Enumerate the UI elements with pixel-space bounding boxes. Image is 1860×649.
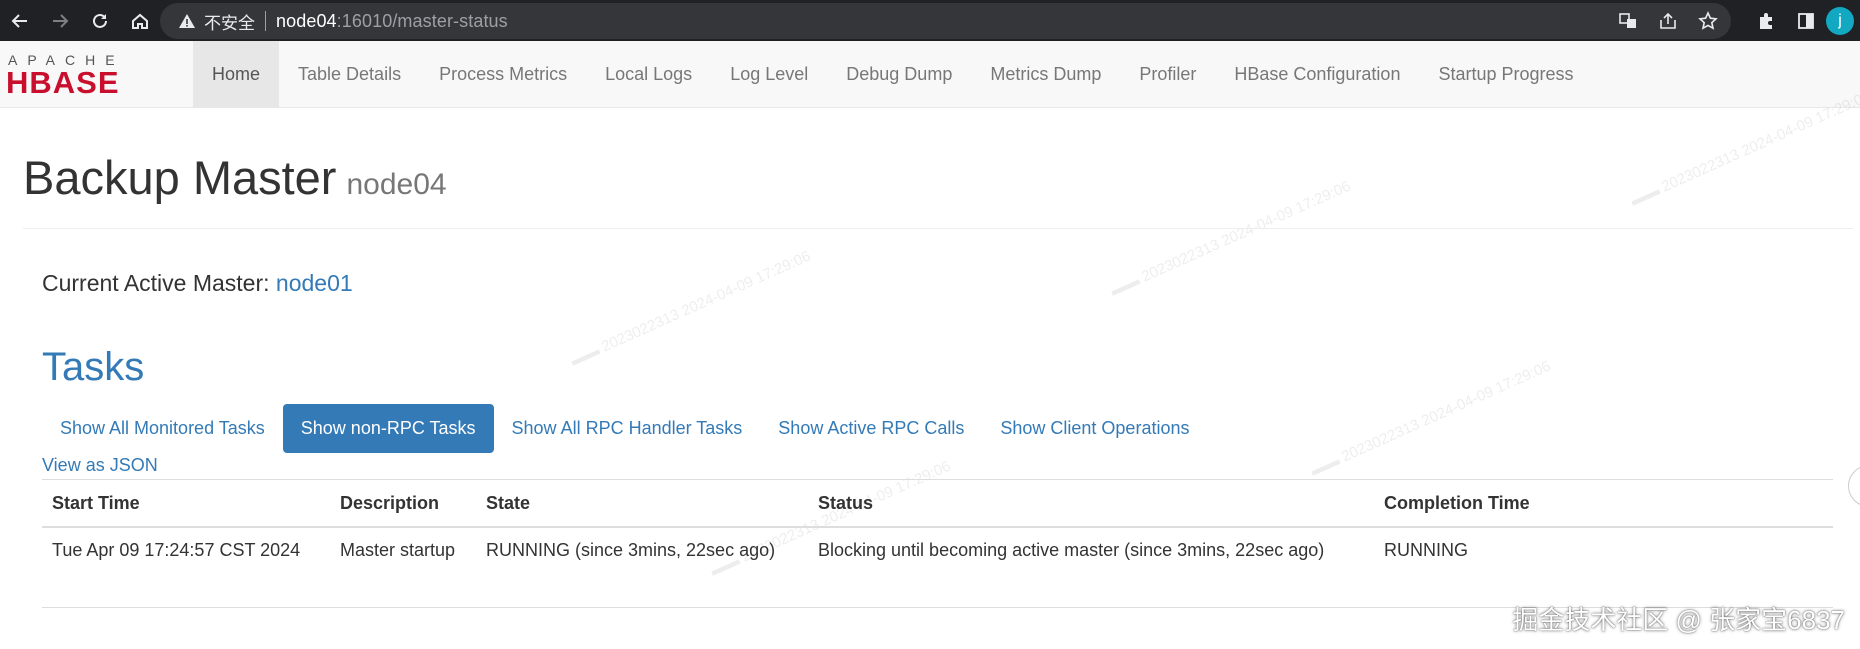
tasks-heading: Tasks bbox=[42, 345, 145, 389]
table-header-row: Start Time Description State Status Comp… bbox=[42, 479, 1833, 528]
nav-metrics-dump[interactable]: Metrics Dump bbox=[971, 41, 1120, 107]
current-active-master: Current Active Master: node01 bbox=[42, 270, 353, 297]
address-bar[interactable]: 不安全 node04:16010/master-status bbox=[160, 3, 1731, 39]
cell-start-time: Tue Apr 09 17:24:57 CST 2024 bbox=[52, 540, 301, 560]
page-header: Backup Master node04 bbox=[23, 150, 1853, 229]
svg-text:HBASE: HBASE bbox=[6, 65, 120, 99]
warning-icon bbox=[178, 12, 196, 30]
url-text[interactable]: node04:16010/master-status bbox=[276, 11, 508, 32]
insecure-label: 不安全 bbox=[204, 13, 255, 33]
column-completion-time: Completion Time bbox=[1374, 479, 1833, 528]
pill-client-operations[interactable]: Show Client Operations bbox=[982, 404, 1207, 453]
bookmark-star-icon[interactable] bbox=[1695, 8, 1721, 34]
table-row: Tue Apr 09 17:24:57 CST 2024 Master star… bbox=[42, 527, 1833, 573]
profile-avatar[interactable]: j bbox=[1826, 6, 1854, 35]
share-icon[interactable] bbox=[1655, 8, 1681, 34]
column-status: Status bbox=[808, 479, 1374, 528]
background-watermark: ▬▬ 2023022313 2024-04-09 17:29:06 bbox=[1307, 357, 1554, 480]
task-filter-pills: Show All Monitored Tasks Show non-RPC Ta… bbox=[42, 404, 1207, 453]
pill-active-rpc-calls[interactable]: Show Active RPC Calls bbox=[760, 404, 982, 453]
url-host: node04 bbox=[276, 10, 337, 31]
forward-icon[interactable] bbox=[40, 0, 80, 41]
cell-status: Blocking until becoming active master (s… bbox=[818, 540, 1325, 560]
active-master-label: Current Active Master: bbox=[42, 270, 276, 296]
nav-local-logs[interactable]: Local Logs bbox=[586, 41, 711, 107]
page-subtitle: node04 bbox=[346, 168, 447, 201]
home-icon[interactable] bbox=[120, 0, 160, 41]
side-panel-icon[interactable] bbox=[1786, 0, 1826, 41]
tasks-table: Start Time Description State Status Comp… bbox=[42, 479, 1833, 573]
nav-home[interactable]: Home bbox=[193, 41, 280, 107]
pill-all-rpc-handler-tasks[interactable]: Show All RPC Handler Tasks bbox=[494, 404, 761, 453]
view-as-json-link[interactable]: View as JSON bbox=[42, 455, 158, 476]
browser-toolbar: 不安全 node04:16010/master-status j bbox=[0, 0, 1860, 41]
translate-icon[interactable] bbox=[1615, 8, 1641, 34]
nav-hbase-configuration[interactable]: HBase Configuration bbox=[1215, 41, 1419, 107]
hbase-navbar: APACHE HBASE Home Table Details Process … bbox=[0, 41, 1860, 108]
column-description: Description bbox=[330, 479, 476, 528]
back-icon[interactable] bbox=[0, 0, 40, 41]
cell-description: Master startup bbox=[340, 540, 456, 560]
extensions-icon[interactable] bbox=[1746, 0, 1786, 41]
page-title: Backup Master bbox=[23, 151, 337, 204]
column-start-time: Start Time bbox=[42, 479, 330, 528]
nav-process-metrics[interactable]: Process Metrics bbox=[420, 41, 586, 107]
column-state: State bbox=[476, 479, 808, 528]
hbase-logo[interactable]: APACHE HBASE bbox=[6, 51, 176, 99]
nav-startup-progress[interactable]: Startup Progress bbox=[1419, 41, 1592, 107]
pill-non-rpc-tasks[interactable]: Show non-RPC Tasks bbox=[282, 404, 494, 453]
nav-profiler[interactable]: Profiler bbox=[1120, 41, 1215, 107]
nav-table-details[interactable]: Table Details bbox=[279, 41, 420, 107]
pill-all-monitored-tasks[interactable]: Show All Monitored Tasks bbox=[42, 404, 283, 453]
reload-icon[interactable] bbox=[80, 0, 120, 41]
cell-completion-time: RUNNING bbox=[1384, 540, 1468, 560]
omnibox-divider bbox=[265, 11, 266, 31]
nav-log-level[interactable]: Log Level bbox=[711, 41, 827, 107]
url-path: :16010/master-status bbox=[336, 10, 508, 31]
background-watermark: ▬▬ 2023022313 2024-04-09 17:29:06 bbox=[567, 247, 814, 370]
juejin-watermark: 掘金技术社区 @ 张家宝6837 bbox=[1512, 605, 1845, 635]
nav-debug-dump[interactable]: Debug Dump bbox=[827, 41, 971, 107]
active-master-link[interactable]: node01 bbox=[276, 270, 353, 296]
scroll-to-top-button[interactable] bbox=[1848, 465, 1860, 507]
cell-state: RUNNING (since 3mins, 22sec ago) bbox=[486, 540, 776, 560]
